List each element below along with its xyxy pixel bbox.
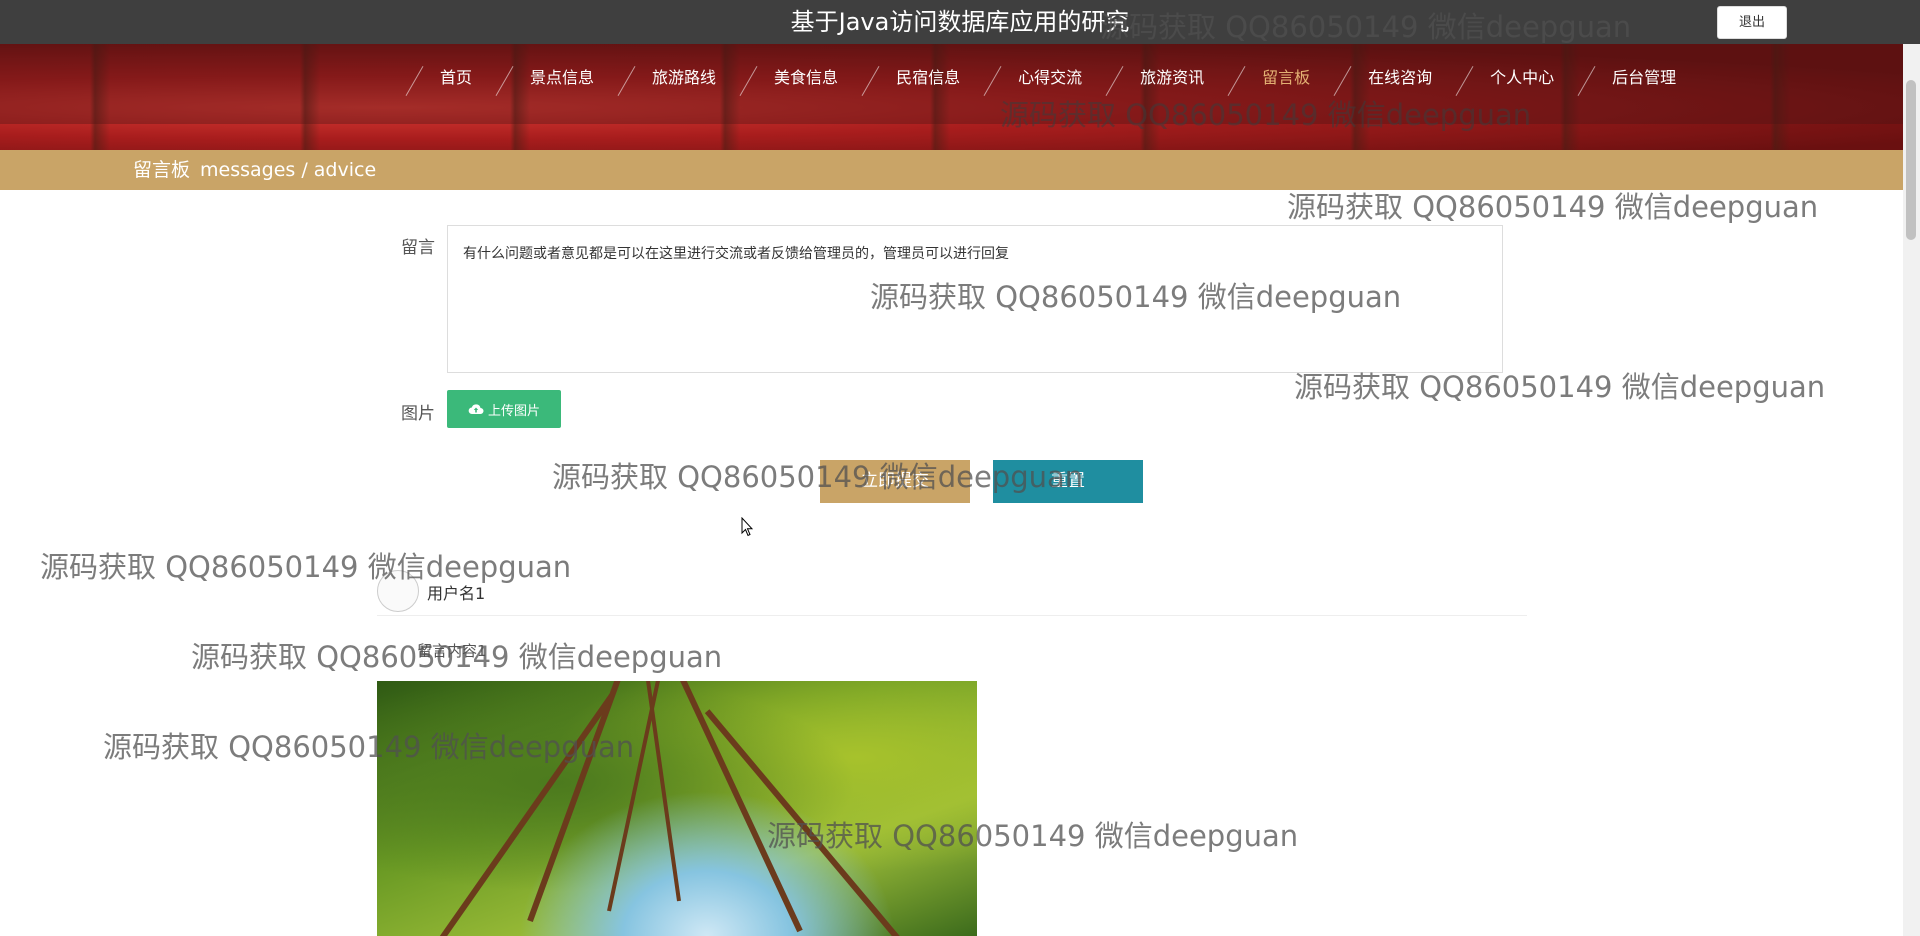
message-divider: [377, 615, 1527, 616]
mouse-cursor-icon: [741, 517, 753, 537]
message-content: 留言内容1: [417, 642, 487, 660]
banner: 首页 景点信息 旅游路线 美食信息 民宿信息 心得交流 旅游资讯 留言板 在线咨…: [0, 44, 1920, 150]
nav-item-admin[interactable]: 后台管理: [1572, 58, 1694, 98]
message-photo: [377, 681, 977, 936]
message-textarea[interactable]: 有什么问题或者意见都是可以在这里进行交流或者反馈给管理员的，管理员可以进行回复: [447, 225, 1503, 373]
cloud-upload-icon: [468, 404, 484, 415]
scrollbar-thumb[interactable]: [1906, 80, 1916, 240]
page-header-strip: 留言板 messages / advice: [0, 150, 1920, 190]
site-title: 基于Java访问数据库应用的研究: [790, 8, 1130, 36]
top-bar: 基于Java访问数据库应用的研究 退出: [0, 0, 1920, 44]
nav-item-travel-routes[interactable]: 旅游路线: [612, 58, 734, 98]
upload-image-label: 上传图片: [487, 403, 540, 419]
message-username: 用户名1: [427, 584, 486, 603]
logout-button[interactable]: 退出: [1717, 6, 1787, 39]
nav-item-message-board[interactable]: 留言板: [1222, 58, 1328, 98]
nav-item-scenic-spots[interactable]: 景点信息: [490, 58, 612, 98]
page-subtitle: messages / advice: [200, 159, 377, 181]
nav-item-home[interactable]: 首页: [400, 58, 490, 98]
nav-item-food[interactable]: 美食信息: [734, 58, 856, 98]
upload-image-button[interactable]: 上传图片: [447, 390, 561, 428]
image-label: 图片: [401, 404, 435, 424]
page-title: 留言板 messages / advice: [133, 150, 376, 190]
submit-button[interactable]: 立即提交: [820, 460, 970, 503]
nav-item-travel-news[interactable]: 旅游资讯: [1100, 58, 1222, 98]
message-label: 留言: [401, 238, 435, 258]
nav-item-online-consult[interactable]: 在线咨询: [1328, 58, 1450, 98]
nav-item-homestays[interactable]: 民宿信息: [856, 58, 978, 98]
page-title-text: 留言板: [133, 159, 191, 181]
nav-item-experience-sharing[interactable]: 心得交流: [978, 58, 1100, 98]
nav-item-personal-center[interactable]: 个人中心: [1450, 58, 1572, 98]
watermark-text: 源码获取 QQ86050149 微信deepguan: [40, 550, 572, 584]
reset-button[interactable]: 重置: [993, 460, 1143, 503]
main-nav: 首页 景点信息 旅游路线 美食信息 民宿信息 心得交流 旅游资讯 留言板 在线咨…: [400, 58, 1694, 98]
user-avatar: [377, 570, 419, 612]
watermark-text: 源码获取 QQ86050149 微信deepguan: [1287, 190, 1819, 224]
